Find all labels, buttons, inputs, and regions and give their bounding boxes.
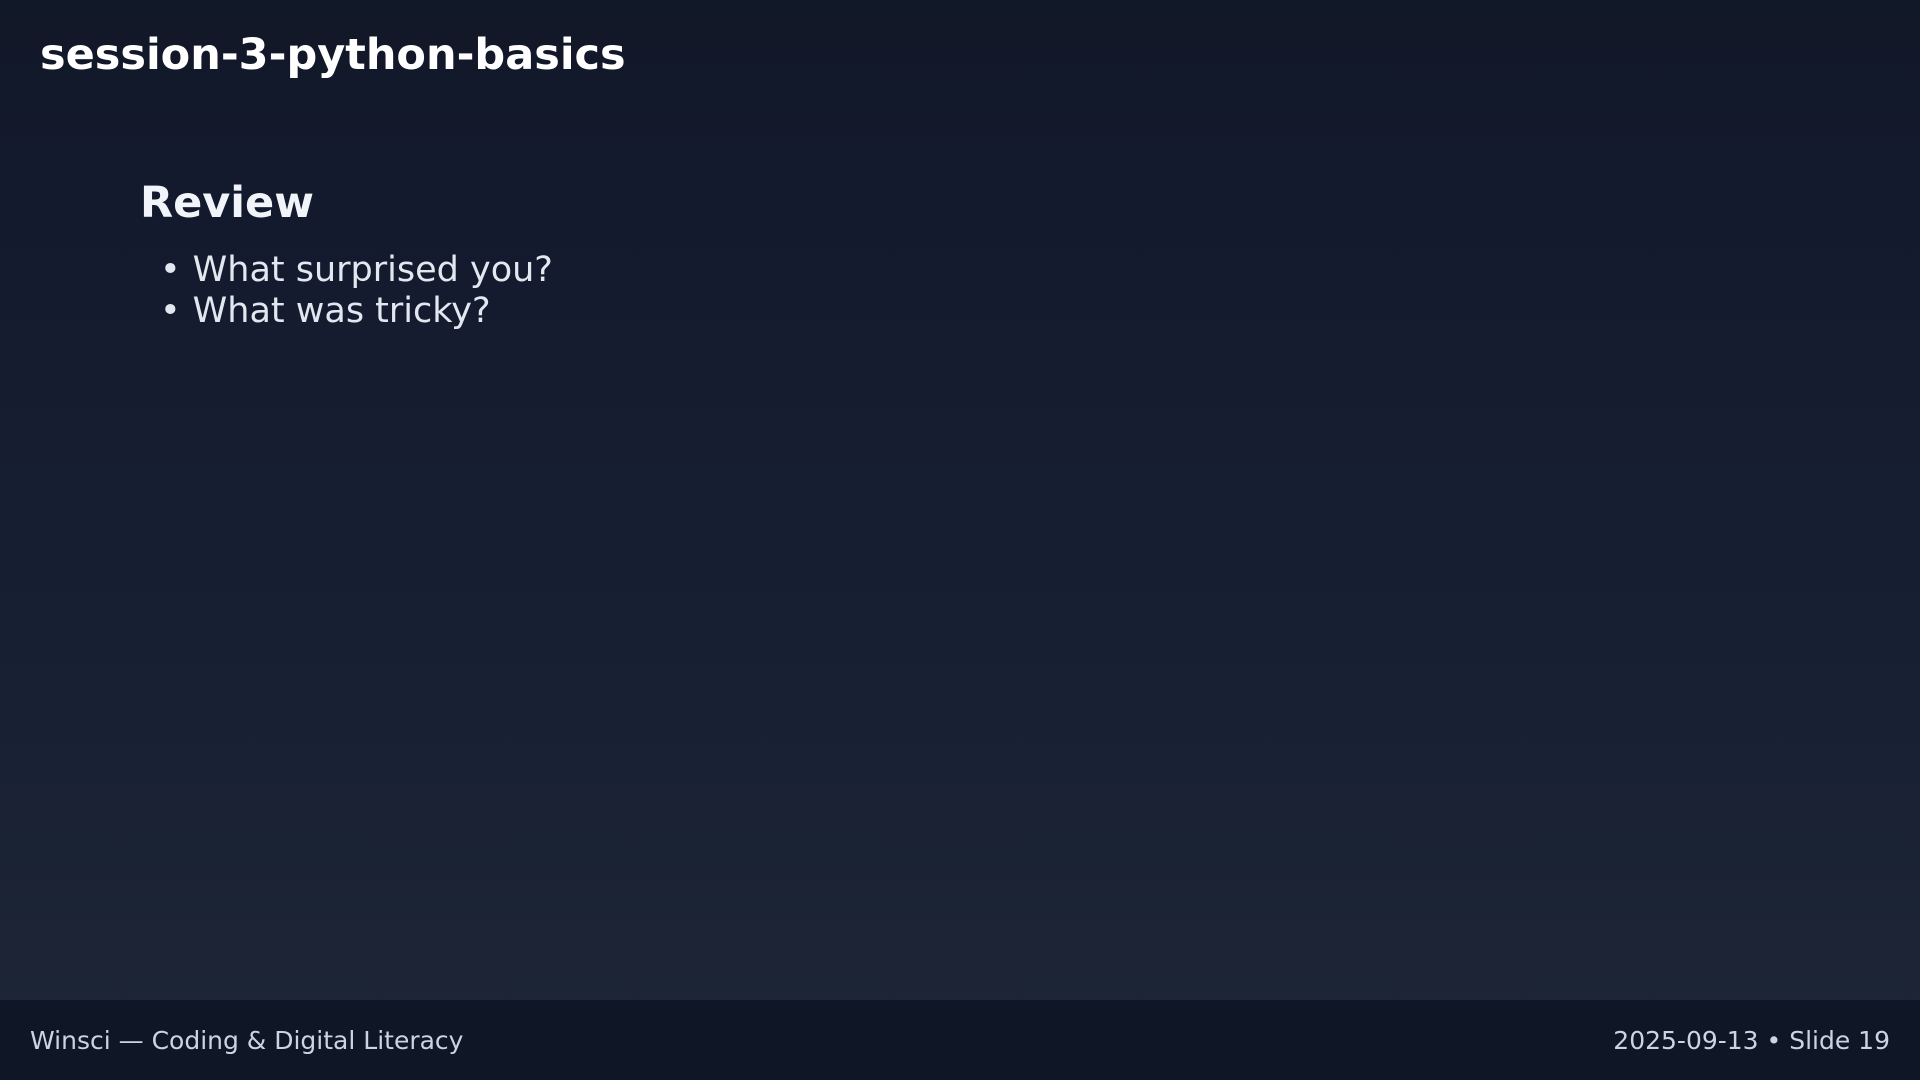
slide-footer: Winsci — Coding & Digital Literacy 2025-… — [0, 1000, 1920, 1080]
bullet-list: What surprised you? What was tricky? — [140, 250, 553, 332]
deck-title: session-3-python-basics — [40, 30, 626, 80]
slide-heading: Review — [140, 178, 314, 228]
bullet-item: What surprised you? — [160, 250, 553, 291]
footer-course-label: Winsci — Coding & Digital Literacy — [30, 1025, 464, 1055]
slide-content: Review What surprised you? What was tric… — [140, 178, 553, 332]
footer-date-slide-number: 2025-09-13 • Slide 19 — [1613, 1025, 1890, 1055]
bullet-item: What was tricky? — [160, 291, 553, 332]
